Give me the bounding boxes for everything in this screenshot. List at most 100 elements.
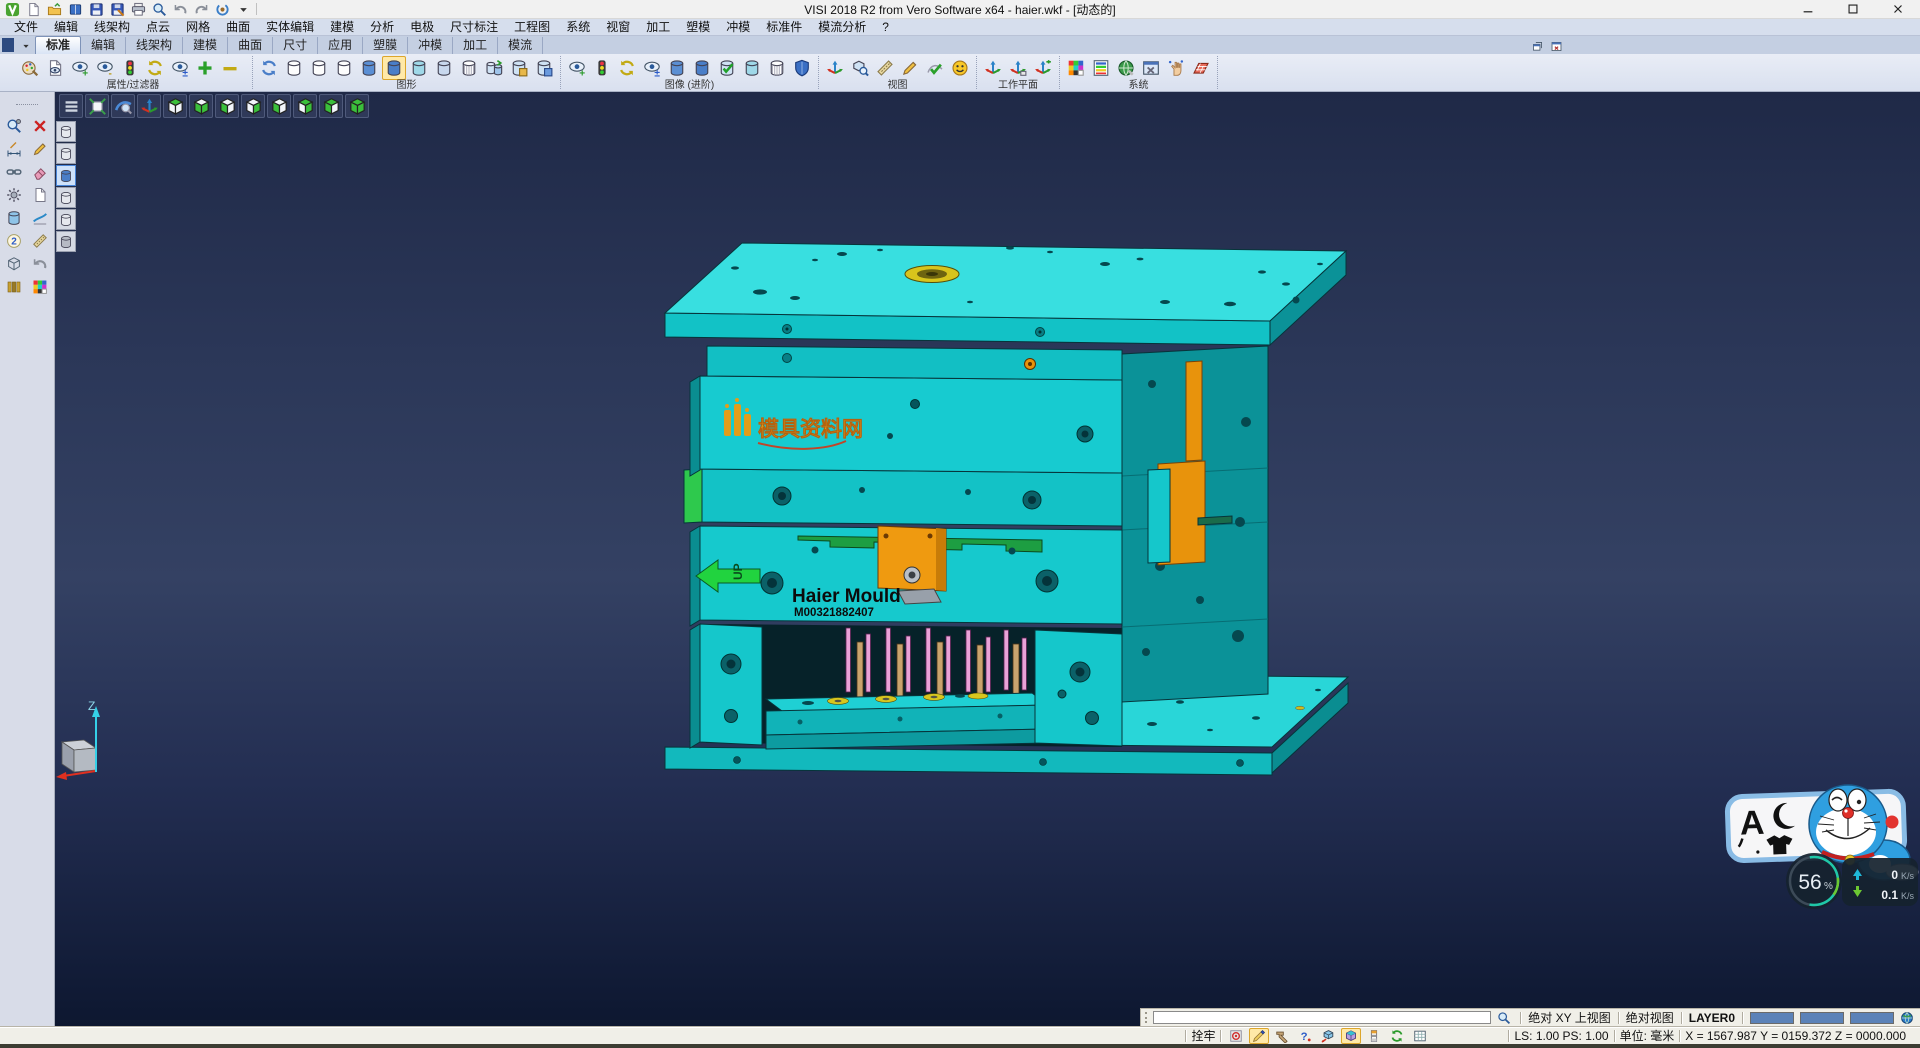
notes-icon[interactable] (27, 184, 52, 206)
search-input[interactable] (1153, 1011, 1491, 1024)
levels-icon[interactable] (1364, 1028, 1384, 1044)
grid-plane-icon[interactable] (1189, 56, 1213, 80)
menu-item-1[interactable]: 文件 (6, 19, 46, 35)
minimize-button-icon[interactable] (1785, 0, 1830, 19)
toolbar-tab-尺寸[interactable]: 尺寸 (273, 37, 318, 54)
erase-icon[interactable] (27, 161, 52, 183)
build-hammer-icon[interactable] (1272, 1028, 1292, 1044)
grid-snap-icon[interactable] (1410, 1028, 1430, 1044)
adv-layer-blue2-icon[interactable] (690, 56, 714, 80)
attributes-page-icon[interactable] (43, 56, 67, 80)
menu-item-11[interactable]: 尺寸标注 (442, 19, 506, 35)
toolbar-tab-线架构[interactable]: 线架构 (126, 37, 183, 54)
toolbar-tab-应用[interactable]: 应用 (318, 37, 363, 54)
layer-solid-selected-icon[interactable] (382, 56, 406, 80)
layer-outline-2-icon[interactable] (307, 56, 331, 80)
open-file-icon[interactable] (45, 1, 63, 18)
solids-icon[interactable] (1, 207, 26, 229)
context-help-icon[interactable]: ? (1295, 1028, 1315, 1044)
view-filter-4-icon[interactable] (56, 187, 76, 208)
toggle-visibility-icon[interactable]: ± (168, 56, 192, 80)
adv-show-icon[interactable]: + (565, 56, 589, 80)
snap-settings-icon[interactable] (1164, 56, 1188, 80)
layer-color-swatch[interactable] (1850, 1012, 1894, 1024)
transform-icon[interactable] (1, 184, 26, 206)
search-icon[interactable] (1495, 1010, 1513, 1026)
view-mode-label[interactable]: 绝对视图 (1626, 1009, 1674, 1026)
filter-traffic-icon[interactable] (118, 56, 142, 80)
refresh-visibility-icon[interactable] (143, 56, 167, 80)
palette-page-icon[interactable] (27, 276, 52, 298)
layer-solid-icon[interactable] (357, 56, 381, 80)
workplane-swap-icon[interactable] (1031, 56, 1055, 80)
adv-shield-icon[interactable] (790, 56, 814, 80)
layers-bars-icon[interactable] (1, 276, 26, 298)
view-manipulate-icon[interactable] (823, 56, 847, 80)
layer-recycle-icon[interactable] (482, 56, 506, 80)
menu-item-19[interactable]: 模流分析 (810, 19, 874, 35)
adv-layer-wire-icon[interactable] (765, 56, 789, 80)
color-table-icon[interactable] (1089, 56, 1113, 80)
toolbar-tab-曲面[interactable]: 曲面 (228, 37, 273, 54)
color-palette-icon[interactable] (1064, 56, 1088, 80)
toolbar-tab-冲模[interactable]: 冲模 (408, 37, 453, 54)
view-front-icon[interactable] (267, 94, 291, 118)
mdi-close-icon[interactable] (1548, 39, 1564, 54)
print-preview-icon[interactable] (150, 1, 168, 18)
options-icon[interactable] (213, 1, 231, 18)
zoom-extents-icon[interactable] (85, 94, 109, 118)
measure-icon[interactable] (873, 56, 897, 80)
curve-check-icon[interactable] (923, 56, 947, 80)
layer-outline-3-icon[interactable] (332, 56, 356, 80)
view-filter-6-icon[interactable] (56, 231, 76, 252)
surface-icon[interactable] (27, 207, 52, 229)
toolbar-tab-标准[interactable]: 标准 (35, 36, 81, 54)
menu-item-6[interactable]: 曲面 (218, 19, 258, 35)
close-button-icon[interactable] (1875, 0, 1920, 19)
maximize-button-icon[interactable] (1830, 0, 1875, 19)
quick-access-dropdown-icon[interactable] (234, 1, 252, 18)
lock-toggle[interactable]: 拴牢 (1191, 1027, 1215, 1044)
view-filter-5-icon[interactable] (56, 209, 76, 230)
mdi-restore-icon[interactable] (1529, 39, 1545, 54)
menu-item-18[interactable]: 标准件 (758, 19, 810, 35)
menu-item-5[interactable]: 网格 (178, 19, 218, 35)
online-globe-icon[interactable] (1898, 1010, 1916, 1026)
select-filter-icon[interactable] (1, 115, 26, 137)
workplane-axes-icon[interactable] (981, 56, 1005, 80)
workplane-edit-icon[interactable] (1006, 56, 1030, 80)
menu-item-9[interactable]: 分析 (362, 19, 402, 35)
bar-grip[interactable] (1145, 1012, 1149, 1023)
speed-monitor-widget[interactable]: 56 % 0 K/s 0.1 K/s (1786, 853, 1918, 909)
menu-item-14[interactable]: 视窗 (598, 19, 638, 35)
wireframe-icon[interactable] (1, 253, 26, 275)
sketch-icon[interactable] (898, 56, 922, 80)
delete-icon[interactable] (27, 115, 52, 137)
edit-pencil-icon[interactable] (27, 138, 52, 160)
toolbar-tab-模流[interactable]: 模流 (498, 37, 543, 54)
view-shaded-icon[interactable] (345, 94, 369, 118)
view-right-icon[interactable] (241, 94, 265, 118)
toolbar-tab-塑膜[interactable]: 塑膜 (363, 37, 408, 54)
active-layer-label[interactable]: LAYER0 (1689, 1011, 1735, 1025)
menu-item-13[interactable]: 系统 (558, 19, 598, 35)
ucs-icon[interactable] (137, 94, 161, 118)
view-filter-3-icon[interactable] (56, 165, 76, 186)
hide-entities-icon[interactable]: - (93, 56, 117, 80)
adv-toggle-icon[interactable]: ± (640, 56, 664, 80)
menu-item-17[interactable]: 冲模 (718, 19, 758, 35)
auto-refresh-icon[interactable] (1387, 1028, 1407, 1044)
view-iso-icon[interactable] (319, 94, 343, 118)
menu-item-16[interactable]: 塑模 (678, 19, 718, 35)
toolbar-tab-加工[interactable]: 加工 (453, 37, 498, 54)
zoom-dynamic-icon[interactable] (111, 94, 135, 118)
menu-item-15[interactable]: 加工 (638, 19, 678, 35)
import-icon[interactable] (66, 1, 84, 18)
view-filter-2-icon[interactable] (56, 143, 76, 164)
link-icon[interactable] (1, 161, 26, 183)
menu-item-4[interactable]: 点云 (138, 19, 178, 35)
view-zoom-icon[interactable] (848, 56, 872, 80)
adv-traffic-icon[interactable] (590, 56, 614, 80)
view-back-icon[interactable] (293, 94, 317, 118)
view-orientation-label[interactable]: 绝对 XY 上视图 (1528, 1009, 1610, 1026)
